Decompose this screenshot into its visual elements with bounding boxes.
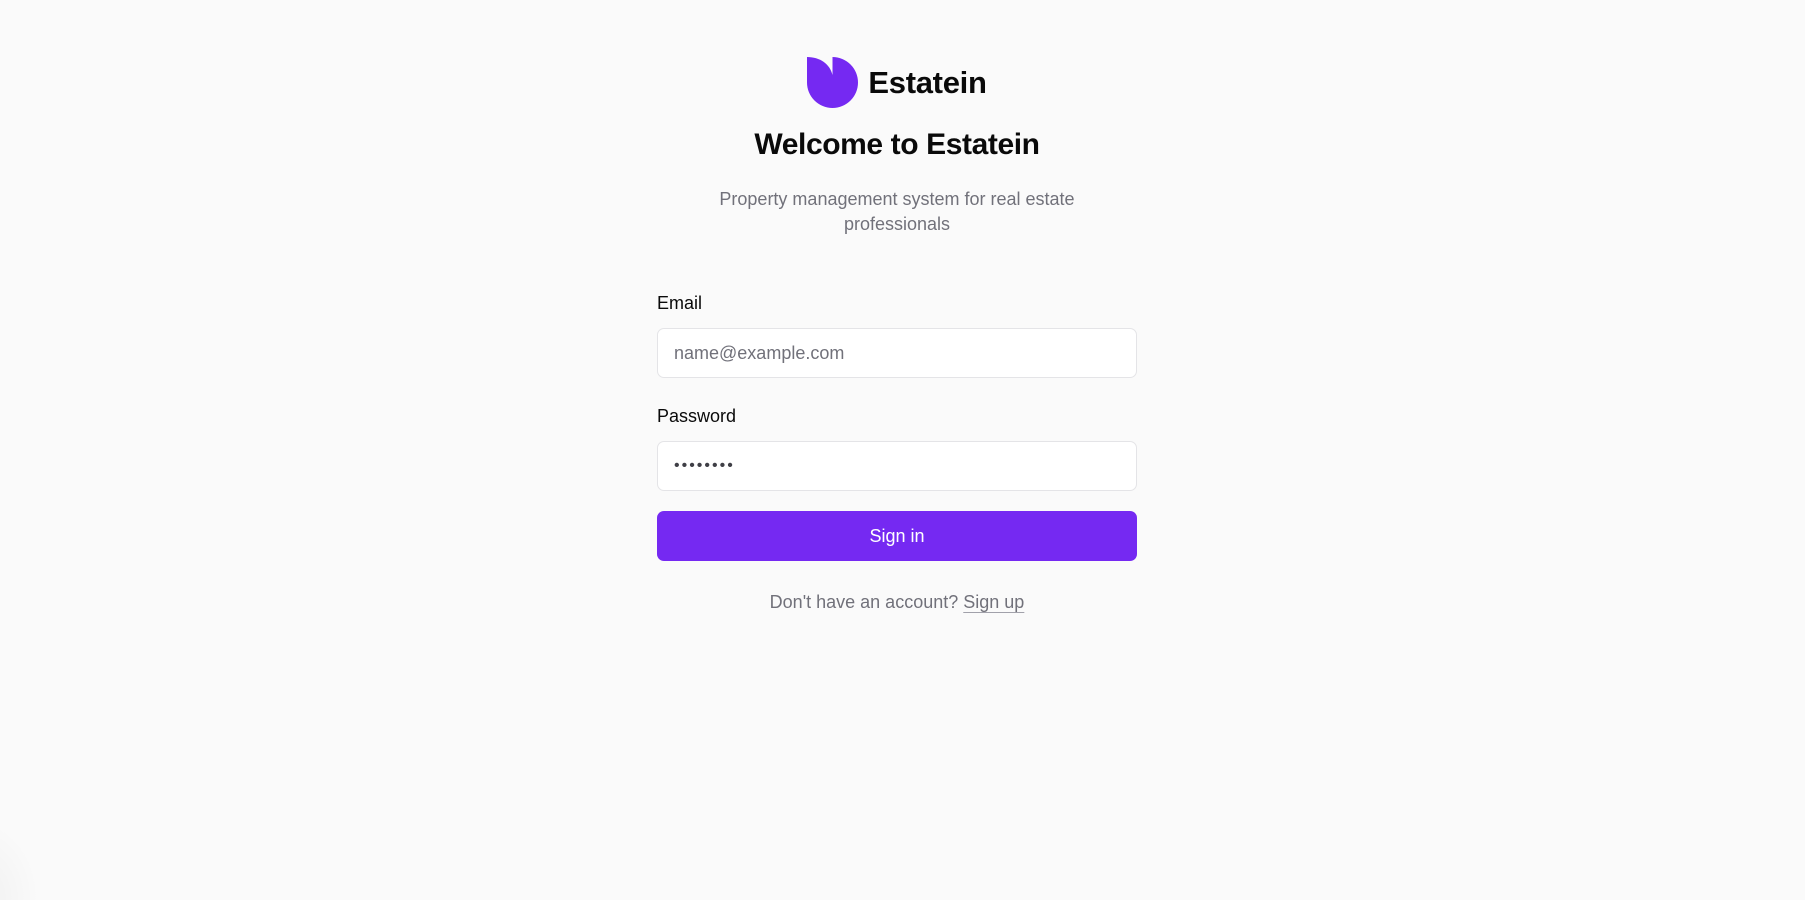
sign-in-form: Email Password Sign in Don't have an acc…: [657, 291, 1137, 613]
brand-name: Estatein: [868, 64, 987, 100]
page-title: Welcome to Estatein: [754, 128, 1040, 161]
sign-up-link[interactable]: Sign up: [963, 592, 1024, 612]
sign-in-button[interactable]: Sign in: [657, 511, 1137, 561]
page-subtitle: Property management system for real esta…: [719, 189, 1075, 234]
leaf-logo-icon: [807, 57, 859, 108]
email-label: Email: [657, 293, 703, 313]
corner-shadow: [0, 820, 40, 900]
brand-header: Estatein: [657, 57, 1137, 108]
password-field[interactable]: [657, 441, 1137, 491]
password-label: Password: [657, 406, 737, 426]
signup-prompt: Don't have an account? Sign up: [657, 592, 1137, 613]
signup-prompt-text: Don't have an account?: [769, 592, 959, 612]
email-field[interactable]: [657, 328, 1137, 378]
